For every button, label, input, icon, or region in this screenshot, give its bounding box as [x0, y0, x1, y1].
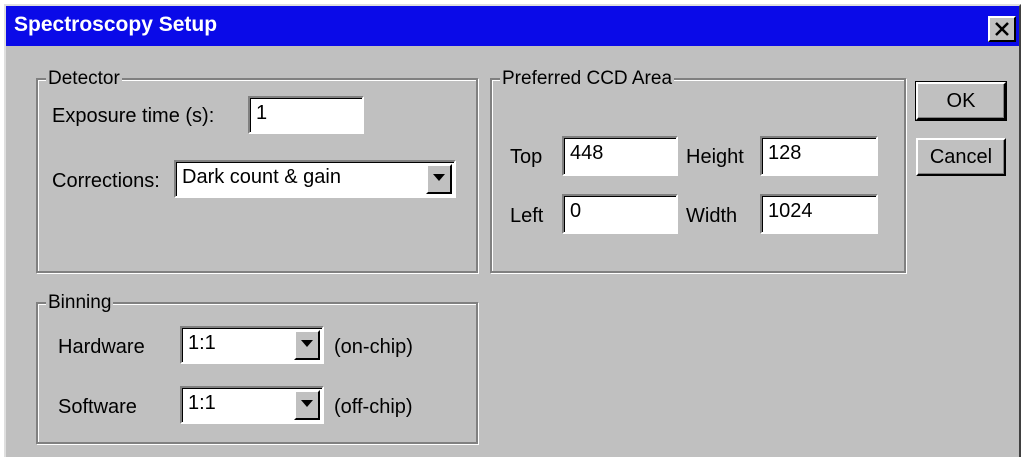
close-button[interactable]: [988, 16, 1016, 42]
hardware-dropdown-button[interactable]: [294, 330, 320, 360]
software-note: (off-chip): [334, 396, 413, 418]
dialog-body: Detector Exposure time (s): 1 Correction…: [6, 46, 1019, 457]
left-label: Left: [510, 205, 544, 227]
software-label: Software: [58, 396, 137, 418]
ccd-area-legend: Preferred CCD Area: [500, 68, 675, 90]
chevron-down-icon: [433, 174, 445, 181]
software-value: 1:1: [188, 392, 216, 414]
height-label: Height: [686, 146, 744, 168]
software-select[interactable]: 1:1: [180, 386, 324, 424]
close-icon: [995, 22, 1009, 36]
detector-legend: Detector: [46, 68, 122, 90]
software-dropdown-button[interactable]: [294, 390, 320, 420]
top-input[interactable]: 448: [562, 136, 678, 176]
cancel-button[interactable]: Cancel: [916, 138, 1006, 176]
corrections-dropdown-button[interactable]: [426, 164, 452, 194]
chevron-down-icon: [301, 400, 313, 407]
width-input[interactable]: 1024: [760, 194, 878, 234]
binning-legend: Binning: [46, 292, 114, 314]
height-input[interactable]: 128: [760, 136, 878, 176]
corrections-select[interactable]: Dark count & gain: [174, 160, 456, 198]
exposure-input[interactable]: 1: [248, 96, 364, 134]
top-label: Top: [510, 146, 543, 168]
window-title: Spectroscopy Setup: [14, 13, 218, 36]
hardware-label: Hardware: [58, 336, 145, 358]
left-input[interactable]: 0: [562, 194, 678, 234]
hardware-note: (on-chip): [334, 336, 413, 358]
dialog-window: Spectroscopy Setup Detector Exposure tim…: [4, 4, 1021, 457]
corrections-value: Dark count & gain: [182, 166, 341, 188]
corrections-label: Corrections:: [52, 170, 160, 192]
binning-group: Binning Hardware 1:1 (on-chip) Software …: [36, 292, 478, 444]
ccd-area-group: Preferred CCD Area Top 448 Height 128 Le…: [490, 68, 906, 273]
hardware-select[interactable]: 1:1: [180, 326, 324, 364]
detector-group: Detector Exposure time (s): 1 Correction…: [36, 68, 478, 273]
title-bar[interactable]: Spectroscopy Setup: [6, 6, 1019, 46]
exposure-label: Exposure time (s):: [52, 105, 215, 127]
width-label: Width: [686, 205, 738, 227]
hardware-value: 1:1: [188, 332, 216, 354]
ok-button[interactable]: OK: [915, 81, 1007, 121]
chevron-down-icon: [301, 340, 313, 347]
